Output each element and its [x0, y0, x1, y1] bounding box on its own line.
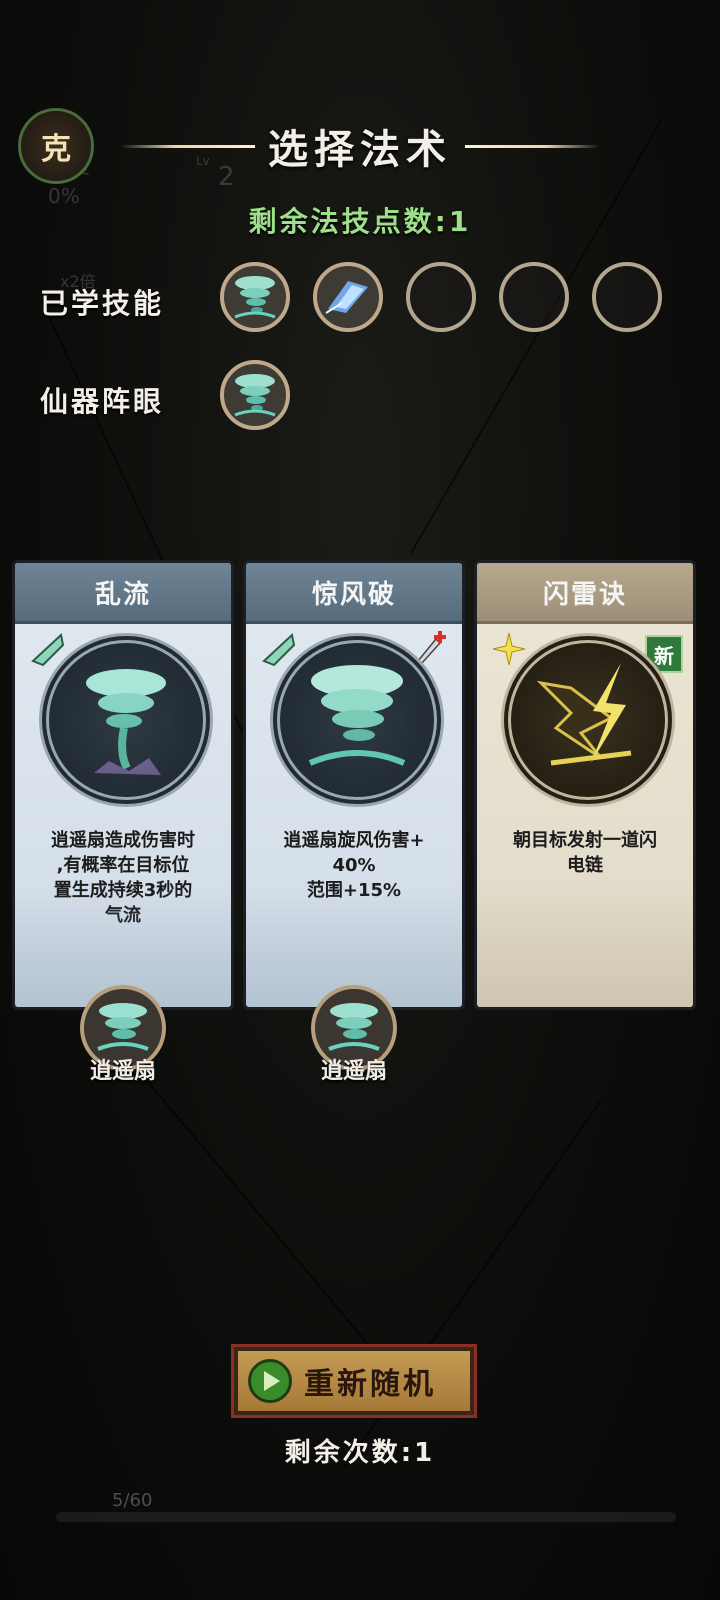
skill-points-remaining: 剩余法技点数:1	[248, 205, 472, 238]
card-description: 朝目标发射一道闪 电链	[513, 830, 657, 876]
title-ornament-left	[120, 145, 255, 148]
title-ornament-right	[465, 145, 600, 148]
weapon-label: 逍遥扇	[320, 1059, 387, 1084]
panel-title: 选择法术	[120, 118, 600, 174]
tornado-icon	[234, 374, 276, 417]
whirlwind-icon	[39, 633, 213, 807]
skill-card-1[interactable]: 乱流 逍遥扇造成伤害时 ,有概率在目标位 置生成持续3秒的 气流	[12, 560, 234, 1010]
tornado-icon	[270, 633, 444, 807]
reroll-label: 重新随机	[304, 1367, 436, 1402]
reroll-button[interactable]: 重新随机	[234, 1347, 474, 1415]
learned-slot-4[interactable]	[499, 262, 569, 332]
learned-slot-3[interactable]	[406, 262, 476, 332]
experience-bar	[56, 1512, 676, 1522]
card-title: 乱流	[15, 563, 231, 624]
learned-slot-2[interactable]	[313, 262, 383, 332]
card-title: 闪雷诀	[477, 563, 693, 624]
ice-shard-icon	[325, 281, 368, 314]
tornado-icon	[234, 276, 276, 319]
lightning-icon	[501, 633, 675, 807]
badge-text: 克	[41, 132, 71, 167]
learned-slot-1[interactable]	[220, 262, 290, 332]
learned-skills-label: 已学技能	[40, 287, 165, 320]
skill-card-2[interactable]: 惊风破 逍遥扇旋风伤害+ 40% 范围+15%	[243, 560, 465, 1010]
artifact-label: 仙器阵眼	[40, 385, 165, 418]
element-badge: 克	[18, 108, 94, 184]
star-icon	[492, 632, 526, 666]
title-text: 选择法术	[268, 126, 452, 173]
reroll-remaining: 剩余次数:1	[284, 1438, 436, 1468]
artifact-slot-1[interactable]	[220, 360, 290, 430]
fan-corner-icon	[262, 633, 296, 667]
experience-text: 5/60	[112, 1490, 153, 1511]
skill-card-3[interactable]: 闪雷诀 新 朝目标发射一道闪 电链	[474, 560, 696, 1010]
fan-corner-icon	[31, 633, 65, 667]
mountain-mist	[477, 887, 693, 1007]
card-title: 惊风破	[246, 563, 462, 624]
weapon-label: 逍遥扇	[89, 1059, 156, 1084]
play-icon	[248, 1359, 292, 1403]
learned-slot-5[interactable]	[592, 262, 662, 332]
